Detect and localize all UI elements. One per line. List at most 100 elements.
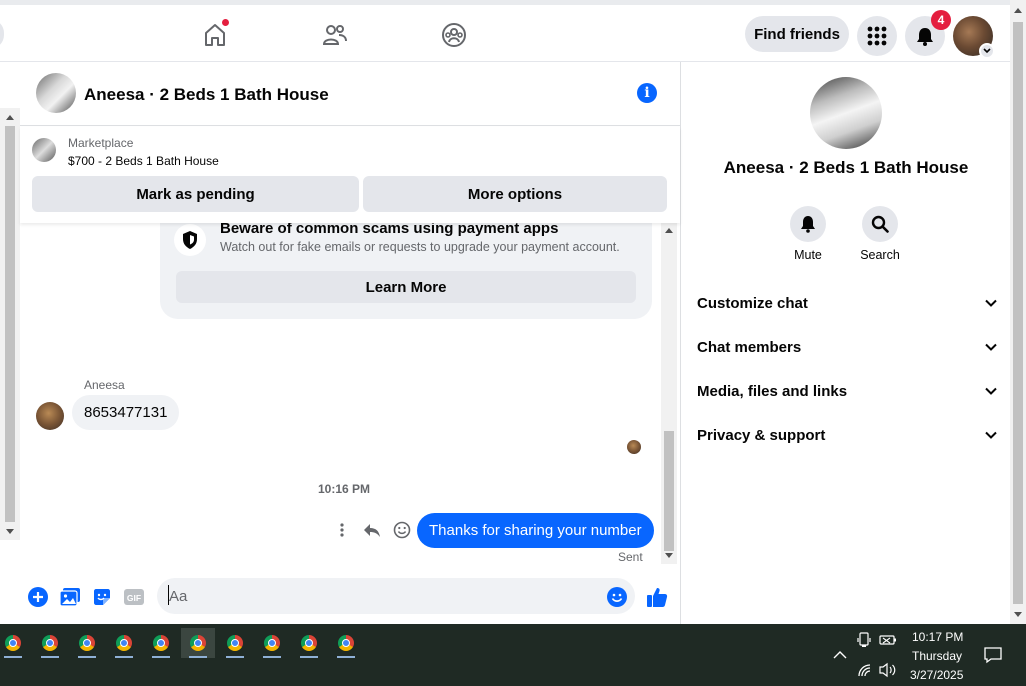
- more-actions-icon[interactable]: [332, 519, 352, 541]
- chevron-up-icon[interactable]: [833, 650, 847, 659]
- message-composer: GIF: [20, 570, 680, 624]
- scrollbar-thumb[interactable]: [5, 126, 15, 522]
- taskbar-chrome-window[interactable]: [107, 628, 141, 658]
- friends-icon: [322, 25, 347, 45]
- section-label: Customize chat: [697, 294, 808, 312]
- scroll-down-arrow[interactable]: [665, 553, 673, 558]
- chrome-icon: [5, 635, 21, 651]
- thumbs-up-icon[interactable]: [646, 586, 668, 608]
- section-media-files-links[interactable]: Media, files and links: [697, 373, 997, 409]
- listing-title[interactable]: $700 - 2 Beds 1 Bath House: [68, 154, 219, 168]
- conversation-title: Aneesa · 2 Beds 1 Bath House: [723, 158, 969, 177]
- sent-status: Sent: [618, 550, 643, 564]
- taskbar-chrome-window[interactable]: [218, 628, 252, 658]
- scrollbar-thumb[interactable]: [1013, 22, 1023, 604]
- conversation-info-panel: Aneesa · 2 Beds 1 Bath House Mute Search…: [680, 62, 1010, 624]
- outgoing-message[interactable]: Thanks for sharing your number: [417, 513, 654, 548]
- chevron-down-icon: [985, 431, 997, 439]
- notifications-badge: 4: [931, 10, 951, 30]
- chrome-icon: [338, 635, 354, 651]
- chat-title[interactable]: Aneesa · 2 Beds 1 Bath House: [84, 85, 329, 105]
- home-tab[interactable]: [197, 17, 233, 53]
- section-customize-chat[interactable]: Customize chat: [697, 285, 997, 321]
- battery-icon[interactable]: [879, 633, 897, 647]
- taskbar-chrome-window[interactable]: [0, 628, 30, 658]
- add-icon[interactable]: [27, 586, 49, 608]
- clock-date[interactable]: 3/27/2025: [910, 668, 963, 682]
- device-icon[interactable]: [857, 632, 871, 648]
- find-friends-button[interactable]: Find friends: [745, 16, 849, 52]
- photo-icon[interactable]: [59, 586, 81, 608]
- groups-icon: [442, 23, 466, 47]
- sender-avatar[interactable]: [36, 402, 64, 430]
- scroll-up-arrow[interactable]: [1014, 8, 1022, 13]
- search-icon[interactable]: [862, 206, 898, 242]
- scroll-down-arrow[interactable]: [1014, 612, 1022, 617]
- mark-as-pending-button[interactable]: Mark as pending: [32, 176, 359, 212]
- message-timestamp: 10:16 PM: [318, 482, 371, 496]
- marketplace-label: Marketplace: [68, 136, 134, 150]
- taskbar-chrome-window[interactable]: [70, 628, 104, 658]
- taskbar-chrome-window[interactable]: [329, 628, 363, 658]
- chrome-icon: [153, 635, 169, 651]
- taskbar-chrome-window[interactable]: [255, 628, 289, 658]
- chrome-icon: [116, 635, 132, 651]
- grid-menu-icon: [867, 26, 887, 46]
- taskbar-chrome-window-active[interactable]: [181, 628, 215, 658]
- section-chat-members[interactable]: Chat members: [697, 329, 997, 365]
- react-icon[interactable]: [392, 519, 412, 541]
- svg-text:GIF: GIF: [127, 593, 141, 603]
- scrollbar-thumb[interactable]: [664, 431, 674, 551]
- scroll-up-arrow[interactable]: [665, 228, 673, 233]
- chrome-icon: [190, 635, 206, 651]
- clock-day[interactable]: Thursday: [912, 649, 962, 663]
- volume-icon[interactable]: [879, 662, 897, 678]
- home-notification-dot: [221, 18, 230, 27]
- window-scrollbar[interactable]: [1010, 0, 1026, 624]
- messages-scrollbar[interactable]: [661, 223, 677, 564]
- sender-name: Aneesa: [84, 378, 125, 392]
- mute-button[interactable]: Mute: [778, 206, 838, 262]
- bell-icon: [917, 28, 933, 46]
- taskbar-chrome-window[interactable]: [292, 628, 326, 658]
- chat-list-scrollbar[interactable]: [0, 108, 20, 540]
- scroll-up-arrow[interactable]: [6, 115, 14, 120]
- text-caret: [168, 585, 169, 605]
- search-conversation-button[interactable]: Search: [850, 206, 910, 262]
- wifi-icon[interactable]: [857, 663, 873, 677]
- section-privacy-support[interactable]: Privacy & support: [697, 417, 997, 453]
- menu-button[interactable]: [857, 16, 897, 56]
- account-chevron-icon[interactable]: [979, 43, 995, 59]
- taskbar-chrome-window[interactable]: [144, 628, 178, 658]
- sticker-icon[interactable]: [91, 586, 113, 608]
- chevron-down-icon: [985, 343, 997, 351]
- info-icon[interactable]: i: [637, 83, 657, 103]
- listing-thumbnail[interactable]: [32, 138, 56, 162]
- section-label: Privacy & support: [697, 426, 826, 444]
- notifications-button[interactable]: 4: [905, 10, 951, 56]
- search-field-edge[interactable]: [0, 19, 4, 49]
- chat-header: Aneesa · 2 Beds 1 Bath House i: [20, 62, 680, 126]
- bell-icon[interactable]: [790, 206, 826, 242]
- windows-taskbar: 10:17 PM Thursday 3/27/2025: [0, 624, 1026, 686]
- emoji-icon[interactable]: [606, 586, 628, 608]
- learn-more-button[interactable]: Learn More: [176, 271, 636, 303]
- incoming-message[interactable]: 8653477131: [72, 395, 180, 430]
- taskbar-chrome-window[interactable]: [33, 628, 67, 658]
- gif-icon[interactable]: GIF: [123, 586, 145, 608]
- scroll-down-arrow[interactable]: [6, 529, 14, 534]
- message-input[interactable]: [157, 578, 635, 614]
- more-options-button[interactable]: More options: [363, 176, 667, 212]
- friends-tab[interactable]: [317, 17, 353, 53]
- top-navigation: Find friends 4: [0, 0, 1010, 62]
- clock-time[interactable]: 10:17 PM: [912, 630, 963, 644]
- chat-photo[interactable]: [36, 73, 76, 113]
- reply-icon[interactable]: [362, 519, 382, 541]
- groups-tab[interactable]: [436, 17, 472, 53]
- chrome-icon: [42, 635, 58, 651]
- chrome-icon: [264, 635, 280, 651]
- notification-center-icon[interactable]: [984, 646, 1002, 664]
- section-label: Media, files and links: [697, 382, 848, 400]
- conversation-photo[interactable]: [810, 77, 882, 149]
- scam-warning-card: Beware of common scams using payment app…: [160, 210, 652, 319]
